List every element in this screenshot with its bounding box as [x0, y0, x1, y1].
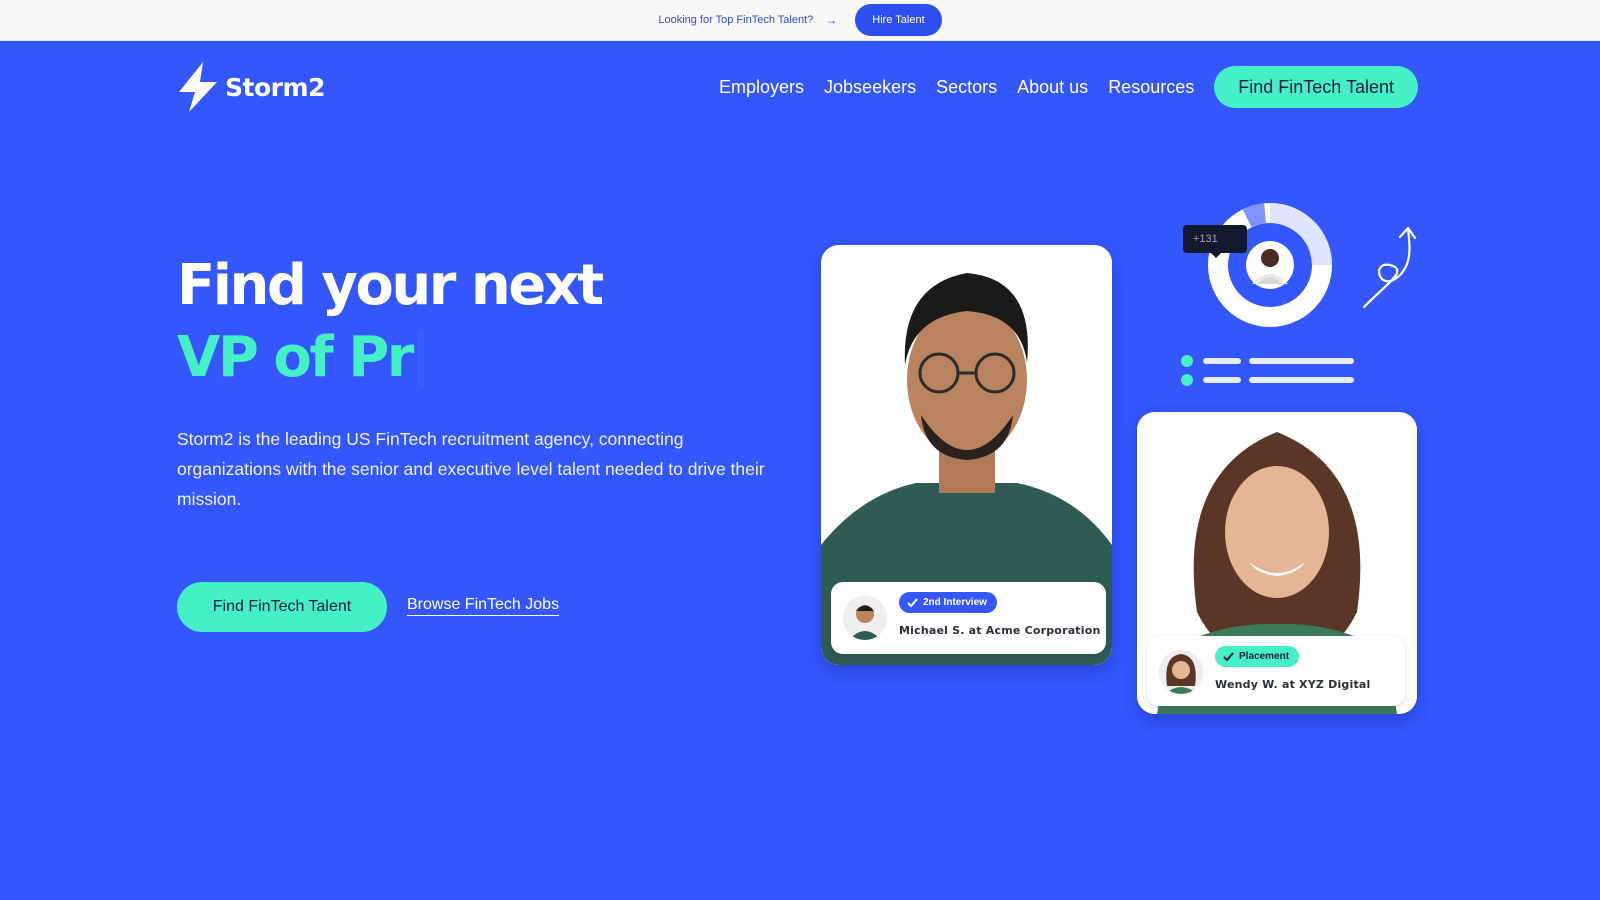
lightning-bolt-icon — [179, 62, 217, 112]
status-tag-michael: 2nd Interview Michael S. at Acme Corpora… — [831, 582, 1106, 654]
nav-item-jobseekers[interactable]: Jobseekers — [824, 77, 916, 98]
hero-typed-text: VP of Pr — [177, 325, 414, 390]
find-fintech-talent-button[interactable]: Find FinTech Talent — [177, 582, 387, 632]
hero-title-line-1: Find your next — [177, 253, 604, 318]
hero-description: Storm2 is the leading US FinTech recruit… — [177, 429, 765, 509]
list-lines-graphic — [1181, 355, 1354, 386]
curly-arrow-icon — [1362, 226, 1417, 309]
candidate-card-wendy: Placement Wendy W. at XYZ Digital — [1137, 412, 1417, 714]
tooltip-bubble: +131 — [1183, 225, 1247, 258]
browse-fintech-jobs-link[interactable]: Browse FinTech Jobs — [407, 596, 560, 616]
nav-item-sectors[interactable]: Sectors — [936, 77, 997, 98]
status-badge-label: Placement — [1239, 651, 1290, 662]
status-badge: Placement — [1215, 646, 1300, 667]
hero-title-line-2: VP of Pr — [177, 325, 424, 390]
candidate-name: Michael S. at Acme Corporation — [899, 624, 1101, 637]
logo[interactable]: Storm2 — [177, 62, 325, 112]
typing-caret — [417, 328, 424, 387]
check-icon — [907, 598, 918, 608]
status-badge-label: 2nd Interview — [923, 597, 987, 608]
candidate-name: Wendy W. at XYZ Digital — [1215, 678, 1371, 691]
main-nav: Employers Jobseekers Sectors About us Re… — [719, 66, 1418, 108]
avatar — [1246, 241, 1294, 289]
nav-item-resources[interactable]: Resources — [1108, 77, 1194, 98]
hire-talent-button[interactable]: Hire Talent — [855, 4, 942, 36]
announcement-bar: Looking for Top FinTech Talent? → Hire T… — [0, 0, 1600, 41]
arrow-right-icon: → — [825, 13, 838, 27]
announcement-text[interactable]: Looking for Top FinTech Talent? — [658, 14, 813, 26]
candidate-card-michael: 2nd Interview Michael S. at Acme Corpora… — [821, 245, 1112, 665]
status-tag-wendy: Placement Wendy W. at XYZ Digital — [1147, 636, 1405, 706]
donut-chart-graphic — [1208, 203, 1332, 327]
check-icon — [1223, 652, 1234, 662]
tooltip-text: +131 — [1193, 233, 1218, 245]
find-fintech-talent-nav-button[interactable]: Find FinTech Talent — [1214, 66, 1418, 108]
nav-item-about-us[interactable]: About us — [1017, 77, 1088, 98]
avatar — [1159, 650, 1203, 694]
avatar — [843, 596, 887, 640]
logo-text: Storm2 — [225, 72, 325, 102]
status-badge: 2nd Interview — [899, 592, 997, 613]
nav-item-employers[interactable]: Employers — [719, 77, 804, 98]
